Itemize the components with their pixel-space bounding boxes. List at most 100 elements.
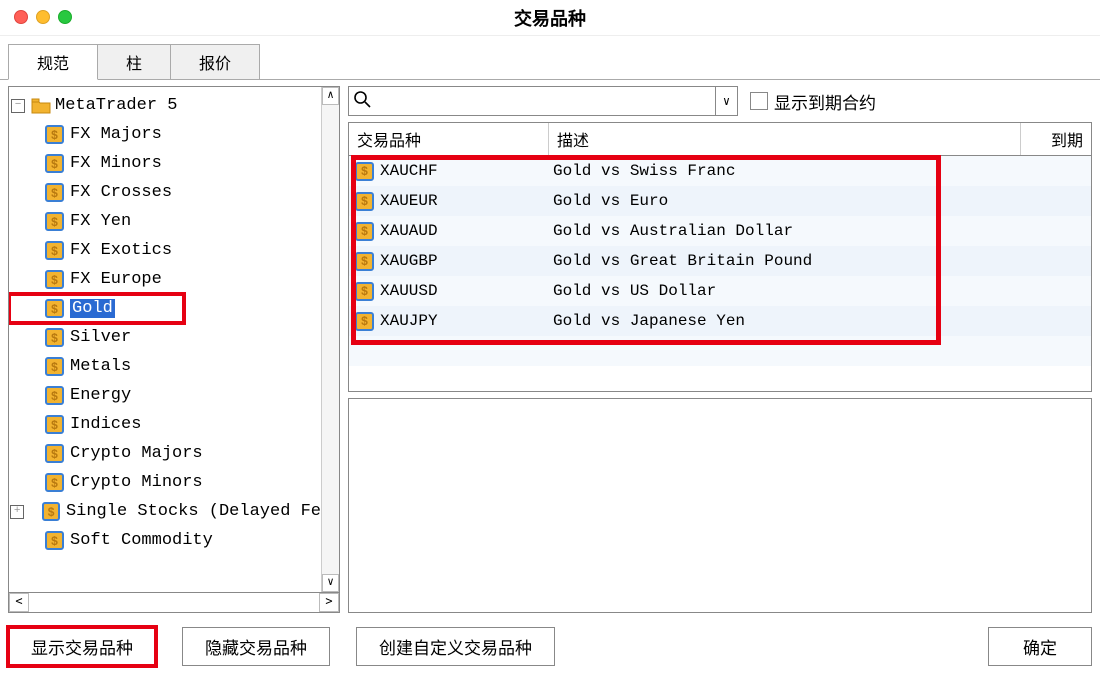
- symbol-cell: XAUAUD: [380, 222, 438, 240]
- window-title: 交易品种: [0, 5, 1100, 31]
- tree-item-label: FX Europe: [70, 270, 162, 289]
- tabstrip: 规范柱报价: [0, 36, 1100, 80]
- ok-button[interactable]: 确定: [988, 627, 1092, 666]
- search-icon: [349, 90, 375, 113]
- tree-item-fx-exotics[interactable]: $ FX Exotics: [9, 236, 321, 265]
- titlebar: 交易品种: [0, 0, 1100, 36]
- col-description[interactable]: 描述: [549, 123, 1021, 155]
- grid-header: 交易品种 描述 到期: [349, 123, 1091, 156]
- currency-icon: $: [45, 183, 64, 202]
- scroll-down-icon[interactable]: ∨: [322, 574, 339, 592]
- tree-item-fx-crosses[interactable]: $ FX Crosses: [9, 178, 321, 207]
- scroll-up-icon[interactable]: ∧: [322, 87, 339, 105]
- currency-icon: $: [45, 357, 64, 376]
- maximize-icon[interactable]: [58, 10, 72, 24]
- tree-root[interactable]: − MetaTrader 5: [9, 91, 321, 120]
- currency-icon: $: [45, 241, 64, 260]
- show-symbol-button[interactable]: 显示交易品种: [8, 627, 156, 666]
- collapse-icon[interactable]: −: [11, 99, 25, 113]
- footer: 显示交易品种 隐藏交易品种 创建自定义交易品种 确定: [0, 619, 1100, 678]
- hide-symbol-button[interactable]: 隐藏交易品种: [182, 627, 330, 666]
- currency-icon: $: [355, 192, 374, 211]
- show-expired-checkbox[interactable]: 显示到期合约: [750, 89, 876, 114]
- search-input[interactable]: [375, 87, 715, 115]
- grid-row[interactable]: $XAUUSDGold vs US Dollar: [349, 276, 1091, 306]
- tree-item-label: FX Crosses: [70, 183, 172, 202]
- symbol-cell: XAUJPY: [380, 312, 438, 330]
- tree-item-crypto-minors[interactable]: $ Crypto Minors: [9, 468, 321, 497]
- symbol-cell: XAUEUR: [380, 192, 438, 210]
- tree-item-label: FX Yen: [70, 212, 131, 231]
- currency-icon: $: [45, 473, 64, 492]
- tree-root-label: MetaTrader 5: [55, 96, 177, 115]
- search-dropdown-icon[interactable]: ∨: [715, 87, 737, 115]
- currency-icon: $: [45, 212, 64, 231]
- grid-row[interactable]: $ XAUEUR Gold vs Euro: [349, 186, 1091, 216]
- tree-item-fx-europe[interactable]: $FX Europe: [9, 265, 321, 294]
- expand-icon[interactable]: +: [10, 505, 24, 519]
- scroll-left-icon[interactable]: <: [9, 593, 29, 612]
- currency-icon: $: [45, 328, 64, 347]
- tree-horizontal-scrollbar[interactable]: < >: [8, 593, 340, 613]
- currency-icon: $: [355, 162, 374, 181]
- minimize-icon[interactable]: [36, 10, 50, 24]
- symbol-cell: XAUUSD: [380, 282, 438, 300]
- description-cell: Gold vs Australian Dollar: [549, 222, 1021, 240]
- symbols-grid[interactable]: 交易品种 描述 到期 $XAUCHFGold vs Swiss Franc$XA…: [348, 122, 1092, 392]
- currency-icon: $: [355, 282, 374, 301]
- description-cell: Gold vs Euro: [549, 192, 1021, 210]
- tab-1[interactable]: 柱: [97, 44, 171, 80]
- search-input-wrap: ∨: [348, 86, 738, 116]
- grid-row[interactable]: $XAUJPYGold vs Japanese Yen: [349, 306, 1091, 336]
- annotation-highlight: $Gold: [9, 294, 184, 323]
- currency-icon: $: [355, 222, 374, 241]
- tree-item-crypto-majors[interactable]: $Crypto Majors: [9, 439, 321, 468]
- currency-icon: $: [45, 154, 64, 173]
- tree-item-label: Silver: [70, 328, 131, 347]
- tab-2[interactable]: 报价: [170, 44, 260, 80]
- tree-item-gold[interactable]: $Gold: [9, 294, 115, 323]
- tree-item-label: Metals: [70, 357, 131, 376]
- tree-item-label: Single Stocks (Delayed Fe: [66, 502, 321, 521]
- description-cell: Gold vs Swiss Franc: [549, 162, 1021, 180]
- tree-item-label: Energy: [70, 386, 131, 405]
- scroll-right-icon[interactable]: >: [319, 593, 339, 612]
- grid-row[interactable]: $XAUGBPGold vs Great Britain Pound: [349, 246, 1091, 276]
- currency-icon: $: [45, 299, 64, 318]
- tree-vertical-scrollbar[interactable]: ∧ ∨: [321, 87, 339, 592]
- col-expiry[interactable]: 到期: [1021, 123, 1091, 155]
- symbol-cell: XAUCHF: [380, 162, 438, 180]
- tab-0[interactable]: 规范: [8, 44, 98, 80]
- grid-row[interactable]: $ XAUCHF Gold vs Swiss Franc: [349, 156, 1091, 186]
- symbol-tree[interactable]: − MetaTrader 5 $ FX Majors $ FX Minors $ FX Cro…: [8, 86, 340, 593]
- currency-icon: $: [45, 125, 64, 144]
- tree-item-soft-commodity[interactable]: $Soft Commodity: [9, 526, 321, 555]
- tree-item-label: FX Exotics: [70, 241, 172, 260]
- grid-empty-row: [349, 366, 1091, 392]
- tree-item-fx-yen[interactable]: $ FX Yen: [9, 207, 321, 236]
- symbol-cell: XAUGBP: [380, 252, 438, 270]
- description-cell: Gold vs Japanese Yen: [549, 312, 1021, 330]
- tree-item-label: Crypto Minors: [70, 473, 203, 492]
- tree-item-label: FX Majors: [70, 125, 162, 144]
- tree-item-single-stocks-delayed-fe[interactable]: +$Single Stocks (Delayed Fe: [9, 497, 321, 526]
- symbol-detail-panel: [348, 398, 1092, 613]
- tree-item-metals[interactable]: $ Metals: [9, 352, 321, 381]
- currency-icon: $: [45, 415, 64, 434]
- create-custom-symbol-button[interactable]: 创建自定义交易品种: [356, 627, 555, 666]
- show-expired-label: 显示到期合约: [774, 89, 876, 114]
- tree-item-fx-majors[interactable]: $ FX Majors: [9, 120, 321, 149]
- tree-item-silver[interactable]: $ Silver: [9, 323, 321, 352]
- tree-item-label: FX Minors: [70, 154, 162, 173]
- window-controls: [14, 10, 72, 24]
- currency-icon: $: [45, 386, 64, 405]
- col-symbol[interactable]: 交易品种: [349, 123, 549, 155]
- tree-item-fx-minors[interactable]: $ FX Minors: [9, 149, 321, 178]
- tree-item-label: Indices: [70, 415, 141, 434]
- checkbox-box-icon[interactable]: [750, 92, 768, 110]
- tree-item-label: Soft Commodity: [70, 531, 213, 550]
- grid-row[interactable]: $ XAUAUD Gold vs Australian Dollar: [349, 216, 1091, 246]
- tree-item-indices[interactable]: $ Indices: [9, 410, 321, 439]
- close-icon[interactable]: [14, 10, 28, 24]
- tree-item-energy[interactable]: $ Energy: [9, 381, 321, 410]
